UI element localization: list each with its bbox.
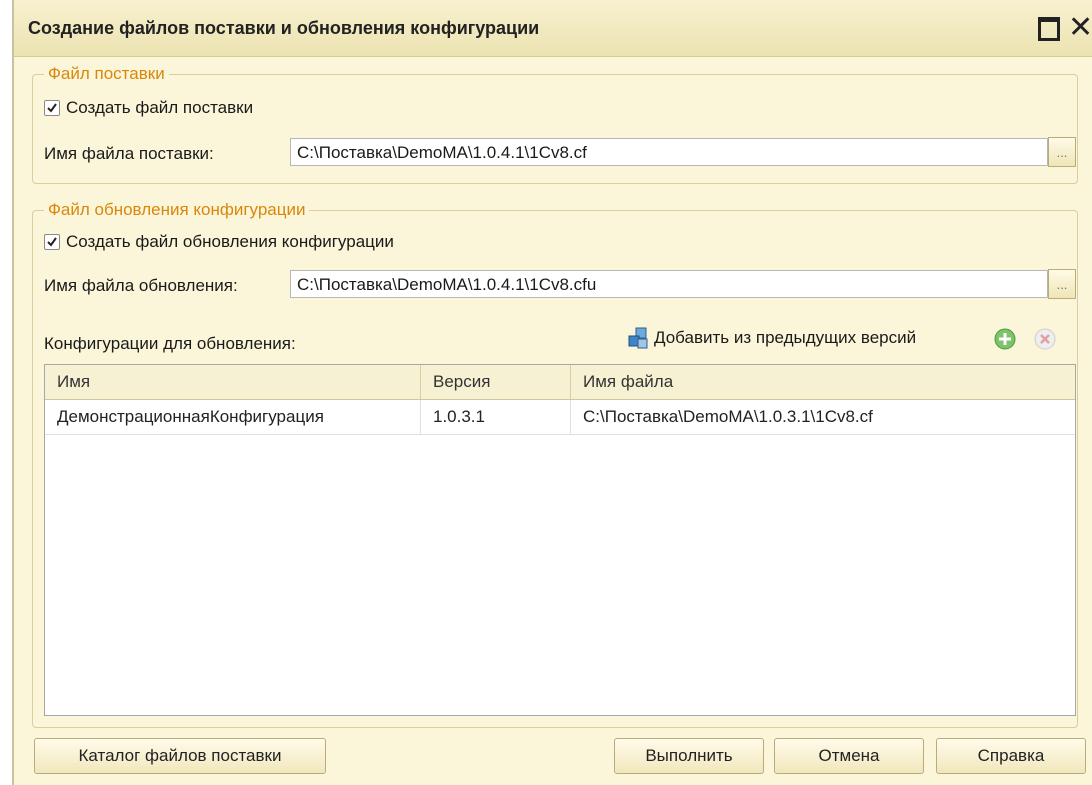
create-delivery-label: Создать файл поставки bbox=[66, 98, 254, 117]
cancel-button[interactable]: Отмена bbox=[774, 738, 924, 774]
table-row[interactable]: ДемонстрационнаяКонфигурация 1.0.3.1 C:\… bbox=[45, 400, 1075, 435]
update-browse-button[interactable]: ... bbox=[1048, 269, 1076, 299]
add-from-previous-button[interactable]: Добавить из предыдущих версий bbox=[654, 328, 916, 348]
update-file-input[interactable]: C:\Поставка\DemoMA\1.0.4.1\1Cv8.cfu bbox=[290, 270, 1048, 298]
configs-table[interactable]: Имя Версия Имя файла ДемонстрационнаяКон… bbox=[44, 364, 1076, 716]
delete-icon[interactable] bbox=[1034, 328, 1056, 355]
cubes-icon[interactable] bbox=[626, 326, 650, 355]
close-icon[interactable]: ✕ bbox=[1068, 10, 1092, 45]
cell-filename: C:\Поставка\DemoMA\1.0.3.1\1Cv8.cf bbox=[583, 407, 873, 426]
help-button[interactable]: Справка bbox=[936, 738, 1086, 774]
window-title: Создание файлов поставки и обновления ко… bbox=[28, 18, 540, 38]
column-header-name[interactable]: Имя bbox=[45, 365, 421, 399]
delivery-file-group bbox=[32, 74, 1078, 184]
maximize-icon[interactable] bbox=[1036, 14, 1062, 41]
dialog-window: Создание файлов поставки и обновления ко… bbox=[12, 0, 1092, 785]
delivery-browse-button[interactable]: ... bbox=[1048, 137, 1076, 167]
column-header-version[interactable]: Версия bbox=[421, 365, 571, 399]
table-header: Имя Версия Имя файла bbox=[45, 365, 1075, 400]
cell-name: ДемонстрационнаяКонфигурация bbox=[45, 400, 421, 434]
create-delivery-checkbox[interactable] bbox=[44, 100, 60, 116]
create-update-checkbox[interactable] bbox=[44, 234, 60, 250]
add-icon[interactable] bbox=[994, 328, 1016, 355]
update-file-label: Имя файла обновления: bbox=[44, 276, 238, 295]
column-header-filename[interactable]: Имя файла bbox=[571, 365, 1075, 399]
cell-version: 1.0.3.1 bbox=[421, 400, 571, 434]
create-update-label: Создать файл обновления конфигурации bbox=[66, 232, 394, 251]
create-delivery-checkbox-row[interactable]: Создать файл поставки bbox=[44, 98, 253, 118]
catalog-button[interactable]: Каталог файлов поставки bbox=[34, 738, 326, 774]
configs-label: Конфигурации для обновления: bbox=[44, 334, 296, 353]
create-update-checkbox-row[interactable]: Создать файл обновления конфигурации bbox=[44, 232, 394, 252]
delivery-file-input[interactable]: C:\Поставка\DemoMA\1.0.4.1\1Cv8.cf bbox=[290, 138, 1048, 166]
execute-button[interactable]: Выполнить bbox=[614, 738, 764, 774]
update-file-legend: Файл обновления конфигурации bbox=[44, 200, 310, 220]
delivery-file-label: Имя файла поставки: bbox=[44, 144, 214, 163]
delivery-file-legend: Файл поставки bbox=[44, 64, 169, 84]
title-bar: Создание файлов поставки и обновления ко… bbox=[14, 0, 1092, 57]
